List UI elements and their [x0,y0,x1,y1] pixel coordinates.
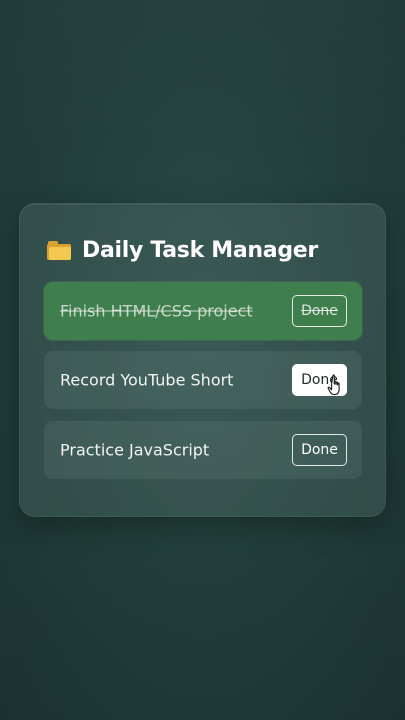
task-label: Practice JavaScript [60,440,210,460]
folder-icon [47,241,71,260]
done-button[interactable]: Done [292,364,347,396]
task-label: Record YouTube Short [60,370,234,390]
task-label: Finish HTML/CSS project [60,301,253,321]
app-title: Daily Task Manager [82,237,318,263]
done-button[interactable]: Done [292,434,347,466]
task-item-record-youtube-short: Record YouTube Short Done [44,351,362,409]
task-item-finish-html-css: Finish HTML/CSS project Done [44,282,362,340]
header: Daily Task Manager [47,234,318,266]
task-manager-card: Daily Task Manager Finish HTML/CSS proje… [19,203,386,517]
task-item-practice-javascript: Practice JavaScript Done [44,421,362,479]
done-button[interactable]: Done [292,295,347,327]
